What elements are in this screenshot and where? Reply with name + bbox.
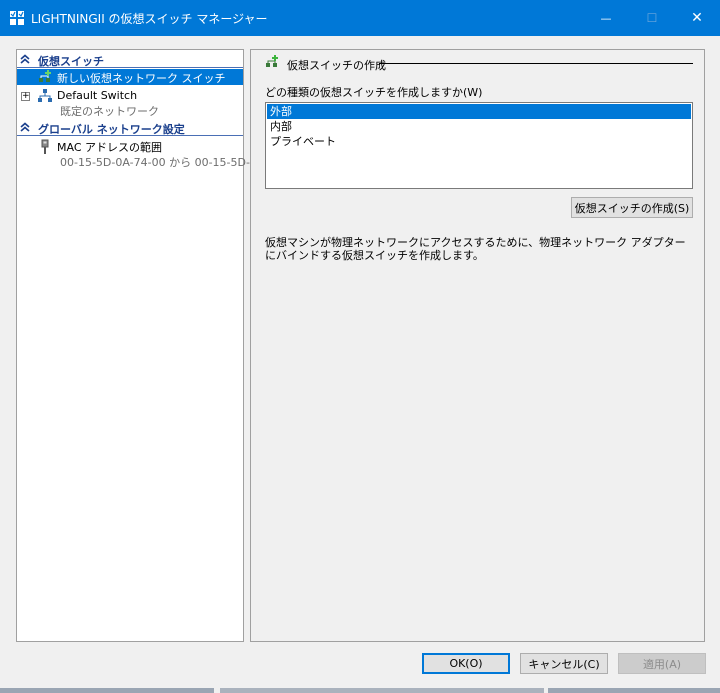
minimize-button[interactable]: — — [583, 0, 629, 36]
switch-type-description: 仮想マシンが物理ネットワークにアクセスするために、物理ネットワーク アダプターに… — [265, 236, 686, 262]
collapse-chevron-icon — [20, 54, 30, 67]
list-item-internal[interactable]: 内部 — [267, 119, 691, 134]
mac-range-label: MAC アドレスの範囲 — [57, 141, 162, 154]
collapse-chevron-icon — [20, 122, 30, 135]
network-cable-icon — [37, 139, 53, 158]
network-add-icon — [37, 69, 53, 88]
sidebar-item-new-virtual-switch[interactable]: 新しい仮想ネットワーク スイッチ — [17, 69, 243, 85]
ok-button[interactable]: OK(O) — [422, 653, 510, 674]
section-header-global-network-settings[interactable]: グローバル ネットワーク設定 — [17, 120, 243, 136]
section-label: グローバル ネットワーク設定 — [38, 123, 185, 136]
switch-type-question: どの種類の仮想スイッチを作成しますか(W) — [265, 86, 483, 99]
default-switch-name: Default Switch — [57, 89, 138, 102]
virtual-switch-manager-window: LIGHTNINGII の仮想スイッチ マネージャー — ☐ ✕ 仮想スイッチ — [0, 0, 720, 693]
navigation-pane: 仮想スイッチ 新しい仮想ネットワーク スイッチ + Default Switch… — [16, 49, 260, 642]
sidebar-item-mac-address-range[interactable]: MAC アドレスの範囲 00-15-5D-0A-74-00 から 00-15-5… — [17, 138, 260, 169]
maximize-icon: ☐ — [646, 11, 658, 25]
app-icon — [10, 11, 24, 25]
list-item-external[interactable]: 外部 — [267, 104, 691, 119]
network-switch-icon — [37, 88, 53, 107]
section-header-virtual-switches[interactable]: 仮想スイッチ — [17, 52, 243, 68]
content-pane: 仮想スイッチの作成 どの種類の仮想スイッチを作成しますか(W) 外部 内部 プラ… — [250, 49, 705, 642]
group-divider — [379, 63, 693, 64]
title-bar[interactable]: LIGHTNINGII の仮想スイッチ マネージャー — ☐ ✕ — [0, 0, 720, 36]
window-title: LIGHTNINGII の仮想スイッチ マネージャー — [31, 12, 268, 26]
taskbar-edge — [0, 688, 214, 693]
maximize-button[interactable]: ☐ — [629, 0, 675, 36]
expand-icon[interactable]: + — [21, 92, 30, 101]
list-item-private[interactable]: プライベート — [267, 134, 691, 149]
cancel-button[interactable]: キャンセル(C) — [520, 653, 608, 674]
sidebar-item-default-switch[interactable]: + Default Switch 既定のネットワーク — [17, 87, 243, 118]
mac-range-value: 00-15-5D-0A-74-00 から 00-15-5D-... — [60, 156, 261, 169]
apply-button[interactable]: 適用(A) — [618, 653, 706, 674]
close-icon: ✕ — [691, 10, 703, 26]
sidebar-item-label: 新しい仮想ネットワーク スイッチ — [57, 72, 226, 85]
switch-type-listbox[interactable]: 外部 内部 プライベート — [265, 102, 693, 189]
minimize-icon: — — [600, 11, 612, 25]
taskbar-edge — [548, 688, 720, 693]
network-add-icon — [264, 54, 280, 73]
default-switch-subtitle: 既定のネットワーク — [60, 105, 159, 118]
create-virtual-switch-button[interactable]: 仮想スイッチの作成(S) — [571, 197, 693, 218]
taskbar-edge — [220, 688, 544, 693]
section-label: 仮想スイッチ — [38, 55, 104, 68]
group-title: 仮想スイッチの作成 — [287, 59, 386, 72]
close-button[interactable]: ✕ — [674, 0, 720, 36]
